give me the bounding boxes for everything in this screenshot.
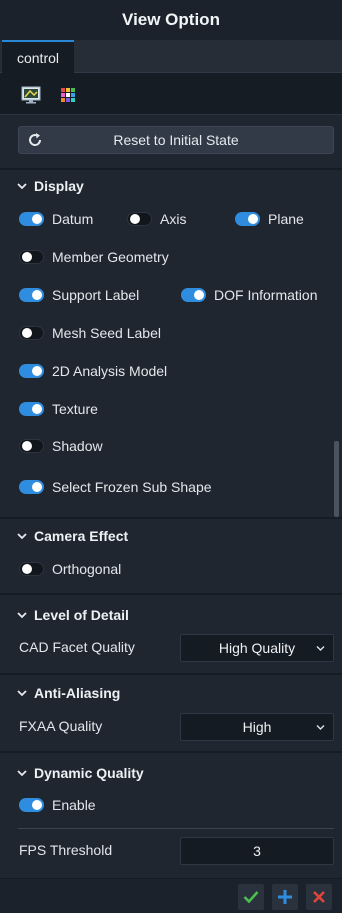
tab-control-label: control: [16, 49, 60, 66]
display-view-icon[interactable]: [20, 84, 42, 106]
enable-switch[interactable]: [19, 798, 44, 812]
reset-button[interactable]: Reset to Initial State: [18, 126, 334, 154]
close-button[interactable]: [306, 884, 332, 910]
analysis-model-2d-label: 2D Analysis Model: [52, 363, 168, 379]
section-display-header[interactable]: Display: [16, 176, 84, 196]
axis-label: Axis: [160, 211, 187, 227]
dof-information-label: DOF Information: [214, 287, 318, 303]
section-divider: [0, 751, 342, 753]
select-frozen-switch[interactable]: [19, 480, 44, 494]
shadow-label: Shadow: [52, 438, 103, 454]
cad-facet-quality-select[interactable]: High Quality: [180, 634, 334, 662]
section-divider: [0, 168, 342, 170]
cad-facet-quality-value: High Quality: [218, 640, 296, 656]
fps-threshold-label: FPS Threshold: [19, 842, 113, 858]
close-icon: [313, 891, 325, 903]
checkmark-icon: [243, 891, 259, 904]
toggle-2d-analysis-model: 2D Analysis Model: [19, 361, 167, 381]
support-label-switch[interactable]: [19, 288, 44, 302]
member-geometry-label: Member Geometry: [52, 249, 169, 265]
chevron-down-icon: [17, 690, 27, 697]
member-geometry-switch[interactable]: [19, 250, 44, 264]
orthogonal-label: Orthogonal: [52, 561, 122, 577]
plane-switch[interactable]: [235, 212, 260, 226]
chevron-down-icon: [17, 612, 27, 619]
chevron-down-icon: [17, 770, 27, 777]
plus-icon: [278, 890, 292, 904]
scrollbar-thumb[interactable]: [334, 441, 339, 517]
section-anti-aliasing-title: Anti-Aliasing: [34, 685, 121, 701]
fps-threshold-value: 3: [253, 843, 261, 859]
section-divider: [0, 673, 342, 675]
footer-bar: [0, 878, 342, 913]
toggle-axis: Axis: [127, 209, 186, 229]
reset-button-label: Reset to Initial State: [113, 132, 239, 148]
section-level-of-detail-header[interactable]: Level of Detail: [16, 605, 129, 625]
texture-label: Texture: [52, 401, 98, 417]
tab-control[interactable]: control: [2, 40, 74, 73]
view-icon-bar: [0, 73, 342, 115]
section-display-title: Display: [34, 178, 84, 194]
mesh-seed-label-label: Mesh Seed Label: [52, 325, 161, 341]
options-panel: Reset to Initial State Display Datum Axi…: [0, 115, 342, 878]
toggle-member-geometry: Member Geometry: [19, 247, 169, 267]
toggle-support-label: Support Label: [19, 285, 139, 305]
section-anti-aliasing-header[interactable]: Anti-Aliasing: [16, 683, 120, 703]
datum-switch[interactable]: [19, 212, 44, 226]
row-separator: [18, 828, 334, 829]
axis-switch[interactable]: [127, 212, 152, 226]
chevron-down-icon: [316, 725, 325, 730]
chevron-down-icon: [17, 533, 27, 540]
add-button[interactable]: [272, 884, 298, 910]
orthogonal-switch[interactable]: [19, 562, 44, 576]
plane-label: Plane: [268, 211, 304, 227]
section-divider: [0, 517, 342, 519]
fxaa-quality-label: FXAA Quality: [19, 718, 103, 734]
toggle-mesh-seed-label: Mesh Seed Label: [19, 323, 161, 343]
window-title: View Option: [122, 10, 220, 29]
toggle-dof-information: DOF Information: [181, 285, 317, 305]
fps-threshold-input[interactable]: 3: [180, 837, 334, 865]
support-label-label: Support Label: [52, 287, 140, 303]
mesh-seed-label-switch[interactable]: [19, 326, 44, 340]
chevron-down-icon: [17, 183, 27, 190]
chevron-down-icon: [316, 646, 325, 651]
toggle-shadow: Shadow: [19, 436, 103, 456]
cad-facet-quality-label: CAD Facet Quality: [19, 639, 135, 655]
datum-label: Datum: [52, 211, 94, 227]
color-palette-icon[interactable]: [57, 84, 79, 106]
title-bar: View Option: [0, 0, 342, 40]
section-level-of-detail-title: Level of Detail: [34, 607, 129, 623]
toggle-orthogonal: Orthogonal: [19, 559, 121, 579]
texture-switch[interactable]: [19, 402, 44, 416]
analysis-model-2d-switch[interactable]: [19, 364, 44, 378]
tab-bar: control: [0, 40, 342, 73]
section-dynamic-quality-title: Dynamic Quality: [34, 765, 144, 781]
dof-information-switch[interactable]: [181, 288, 206, 302]
section-dynamic-quality-header[interactable]: Dynamic Quality: [16, 763, 144, 783]
select-frozen-label: Select Frozen Sub Shape: [52, 479, 212, 495]
section-camera-effect-title: Camera Effect: [34, 528, 129, 544]
shadow-switch[interactable]: [19, 439, 44, 453]
section-camera-effect-header[interactable]: Camera Effect: [16, 526, 128, 546]
enable-label: Enable: [52, 797, 96, 813]
confirm-button[interactable]: [238, 884, 264, 910]
toggle-texture: Texture: [19, 399, 98, 419]
toggle-datum: Datum: [19, 209, 93, 229]
fxaa-quality-select[interactable]: High: [180, 713, 334, 741]
toggle-select-frozen-sub-shape: Select Frozen Sub Shape: [19, 477, 212, 497]
refresh-icon: [29, 133, 42, 146]
toggle-enable: Enable: [19, 795, 96, 815]
section-divider: [0, 593, 342, 595]
fxaa-quality-value: High: [242, 719, 272, 735]
toggle-plane: Plane: [235, 209, 304, 229]
